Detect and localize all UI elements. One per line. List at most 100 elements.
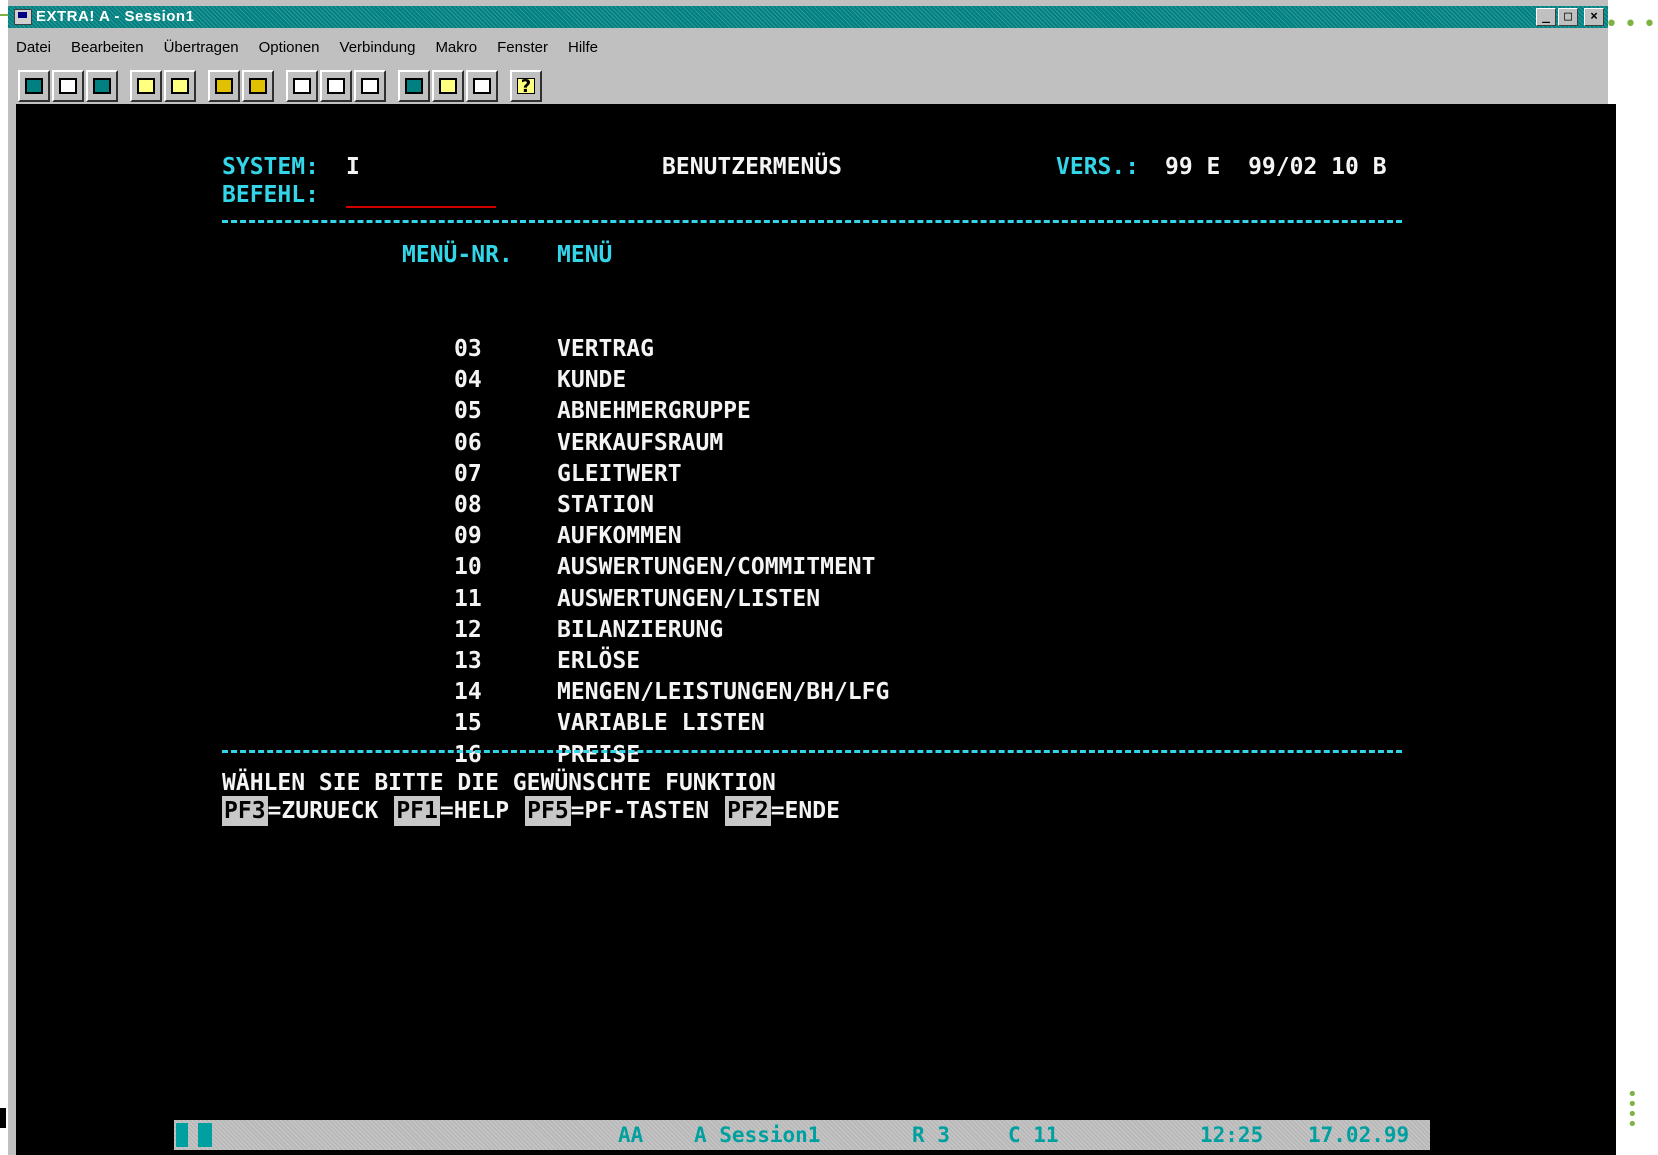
pf-key-legend: PF3 =ZURUECK PF1 =HELP PF5 =PF-TASTEN PF2 =E… [222, 796, 840, 826]
keyboard-icon[interactable] [286, 70, 318, 102]
menu-row[interactable]: 06 VERKAUFSRAUM [16, 428, 1016, 458]
menu-verbindung[interactable]: Verbindung [340, 36, 416, 60]
status-mode: AA [618, 1123, 644, 1147]
toolbar-group-help: ? [510, 70, 542, 102]
menu-row[interactable]: 08 STATION [16, 490, 1016, 520]
toolbar: ? [18, 68, 554, 104]
window-icon[interactable] [86, 70, 118, 102]
menu-label: ABNEHMERGRUPPE [557, 398, 751, 425]
monitor-icon[interactable] [18, 70, 50, 102]
status-date: 17.02.99 [1308, 1123, 1410, 1147]
menu-optionen[interactable]: Optionen [259, 36, 320, 60]
befehl-label: BEFEHL: [222, 182, 319, 208]
printer-icon[interactable] [52, 70, 84, 102]
menu-label: PREISE [557, 741, 641, 768]
menu-label: KUNDE [557, 367, 627, 394]
menu-bearbeiten[interactable]: Bearbeiten [71, 36, 144, 60]
menu-label: AUSWERTUNGEN/COMMITMENT [557, 554, 876, 581]
minimize-button[interactable]: _ [1536, 8, 1556, 26]
menu-row[interactable]: 07 GLEITWERT [16, 459, 1016, 489]
close-button[interactable]: × [1584, 8, 1604, 26]
menu-number: 03 [454, 336, 482, 362]
pf2-text: =ENDE [770, 798, 840, 824]
pf5-text: =PF-TASTEN [570, 798, 710, 824]
screen-title: BENUTZERMENÜS [662, 154, 843, 180]
menu-number: 10 [454, 554, 482, 581]
pf1-key[interactable]: PF1 [394, 796, 440, 826]
menu-makro[interactable]: Makro [435, 36, 477, 60]
pf5-key[interactable]: PF5 [525, 796, 571, 826]
prompt-text: WÄHLEN SIE BITTE DIE GEWÜNSCHTE FUNKTION [222, 770, 776, 796]
menu-row[interactable]: 09 AUFKOMMEN [16, 521, 1016, 551]
window-controls: _ □ × [1536, 8, 1604, 26]
folder-save-icon[interactable] [242, 70, 274, 102]
app-icon[interactable] [14, 9, 32, 25]
system-label: SYSTEM: [222, 154, 319, 180]
menu-label: BILANZIERUNG [557, 616, 724, 643]
menu-row[interactable]: 15 VARIABLE LISTEN [16, 708, 1016, 738]
menu-fenster[interactable]: Fenster [497, 36, 548, 60]
pf3-key[interactable]: PF3 [222, 796, 268, 826]
separator-bottom [222, 750, 1402, 753]
menu-label: AUSWERTUNGEN/LISTEN [557, 585, 821, 612]
menu-number: 06 [454, 429, 482, 456]
menu-row[interactable]: 11 AUSWERTUNGEN/LISTEN [16, 584, 1016, 614]
menu-row[interactable]: 05 ABNEHMERGRUPPE [16, 396, 1016, 426]
transfer-down-icon[interactable] [320, 70, 352, 102]
menu-row[interactable]: 04 KUNDE [16, 365, 1016, 395]
version-value: 99 E 99/02 10 B [1165, 154, 1387, 180]
menu-label: ERLÖSE [557, 648, 641, 674]
toolbar-group-clipboard [130, 70, 196, 102]
menu-label: STATION [557, 492, 654, 518]
toolbar-group-tools [398, 70, 498, 102]
menu-label: MENGEN/LEISTUNGEN/BH/LFG [557, 679, 890, 706]
pf1-text: =HELP [439, 798, 510, 824]
menu-number: 13 [454, 648, 482, 674]
screen-icon[interactable] [466, 70, 498, 102]
toolbar-group-session [18, 70, 118, 102]
menu-label: VERKAUFSRAUM [557, 429, 724, 456]
column-header-nr: MENÜ-NR. [402, 242, 513, 268]
menu-number: 16 [454, 741, 482, 768]
help-icon[interactable]: ? [510, 70, 542, 102]
system-value: I [346, 154, 360, 180]
menu-number: 04 [454, 367, 482, 394]
befehl-input[interactable] [346, 206, 496, 208]
toolbar-group-transfer [286, 70, 386, 102]
pf3-text: =ZURUECK [267, 798, 379, 824]
status-bar: AA A Session1 R 3 C 11 12:25 17.02.99 [174, 1120, 1430, 1150]
menu-row[interactable]: 12 BILANZIERUNG [16, 615, 1016, 645]
copy-icon[interactable] [130, 70, 162, 102]
status-indicator [176, 1123, 188, 1147]
transfer-up-icon[interactable] [354, 70, 386, 102]
edit-icon[interactable] [432, 70, 464, 102]
menu-bar: Datei Bearbeiten Übertragen Optionen Ver… [8, 36, 598, 60]
restore-button[interactable]: □ [1558, 8, 1578, 26]
edge-marker [0, 1108, 6, 1128]
status-col: C 11 [1008, 1123, 1059, 1147]
paste-icon[interactable] [164, 70, 196, 102]
status-row: R 3 [912, 1123, 950, 1147]
version-label: VERS.: [1056, 154, 1140, 180]
menu-number: 09 [454, 523, 482, 550]
terminal-screen[interactable]: SYSTEM: I BENUTZERMENÜS VERS.: 99 E 99/0… [16, 104, 1616, 1155]
menu-row[interactable]: 10 AUSWERTUNGEN/COMMITMENT [16, 552, 1016, 582]
pf2-key[interactable]: PF2 [725, 796, 771, 826]
status-cursor-block [198, 1123, 212, 1147]
menu-row[interactable]: 03 VERTRAG [16, 334, 1016, 364]
menu-label: VERTRAG [557, 336, 654, 362]
menu-row[interactable]: 13 ERLÖSE [16, 646, 1016, 676]
menu-number: 12 [454, 616, 482, 643]
title-bar[interactable]: EXTRA! A - Session1 _ □ × [8, 6, 1608, 28]
menu-label: GLEITWERT [557, 460, 682, 487]
folder-open-icon[interactable] [208, 70, 240, 102]
menu-uebertragen[interactable]: Übertragen [164, 36, 239, 60]
menu-number: 07 [454, 460, 482, 487]
separator-top [222, 220, 1402, 223]
menu-row[interactable]: 16 PREISE [16, 740, 1016, 770]
menu-row[interactable]: 14 MENGEN/LEISTUNGEN/BH/LFG [16, 677, 1016, 707]
menu-datei[interactable]: Datei [16, 36, 51, 60]
session-icon[interactable] [398, 70, 430, 102]
menu-number: 15 [454, 710, 482, 737]
menu-hilfe[interactable]: Hilfe [568, 36, 598, 60]
